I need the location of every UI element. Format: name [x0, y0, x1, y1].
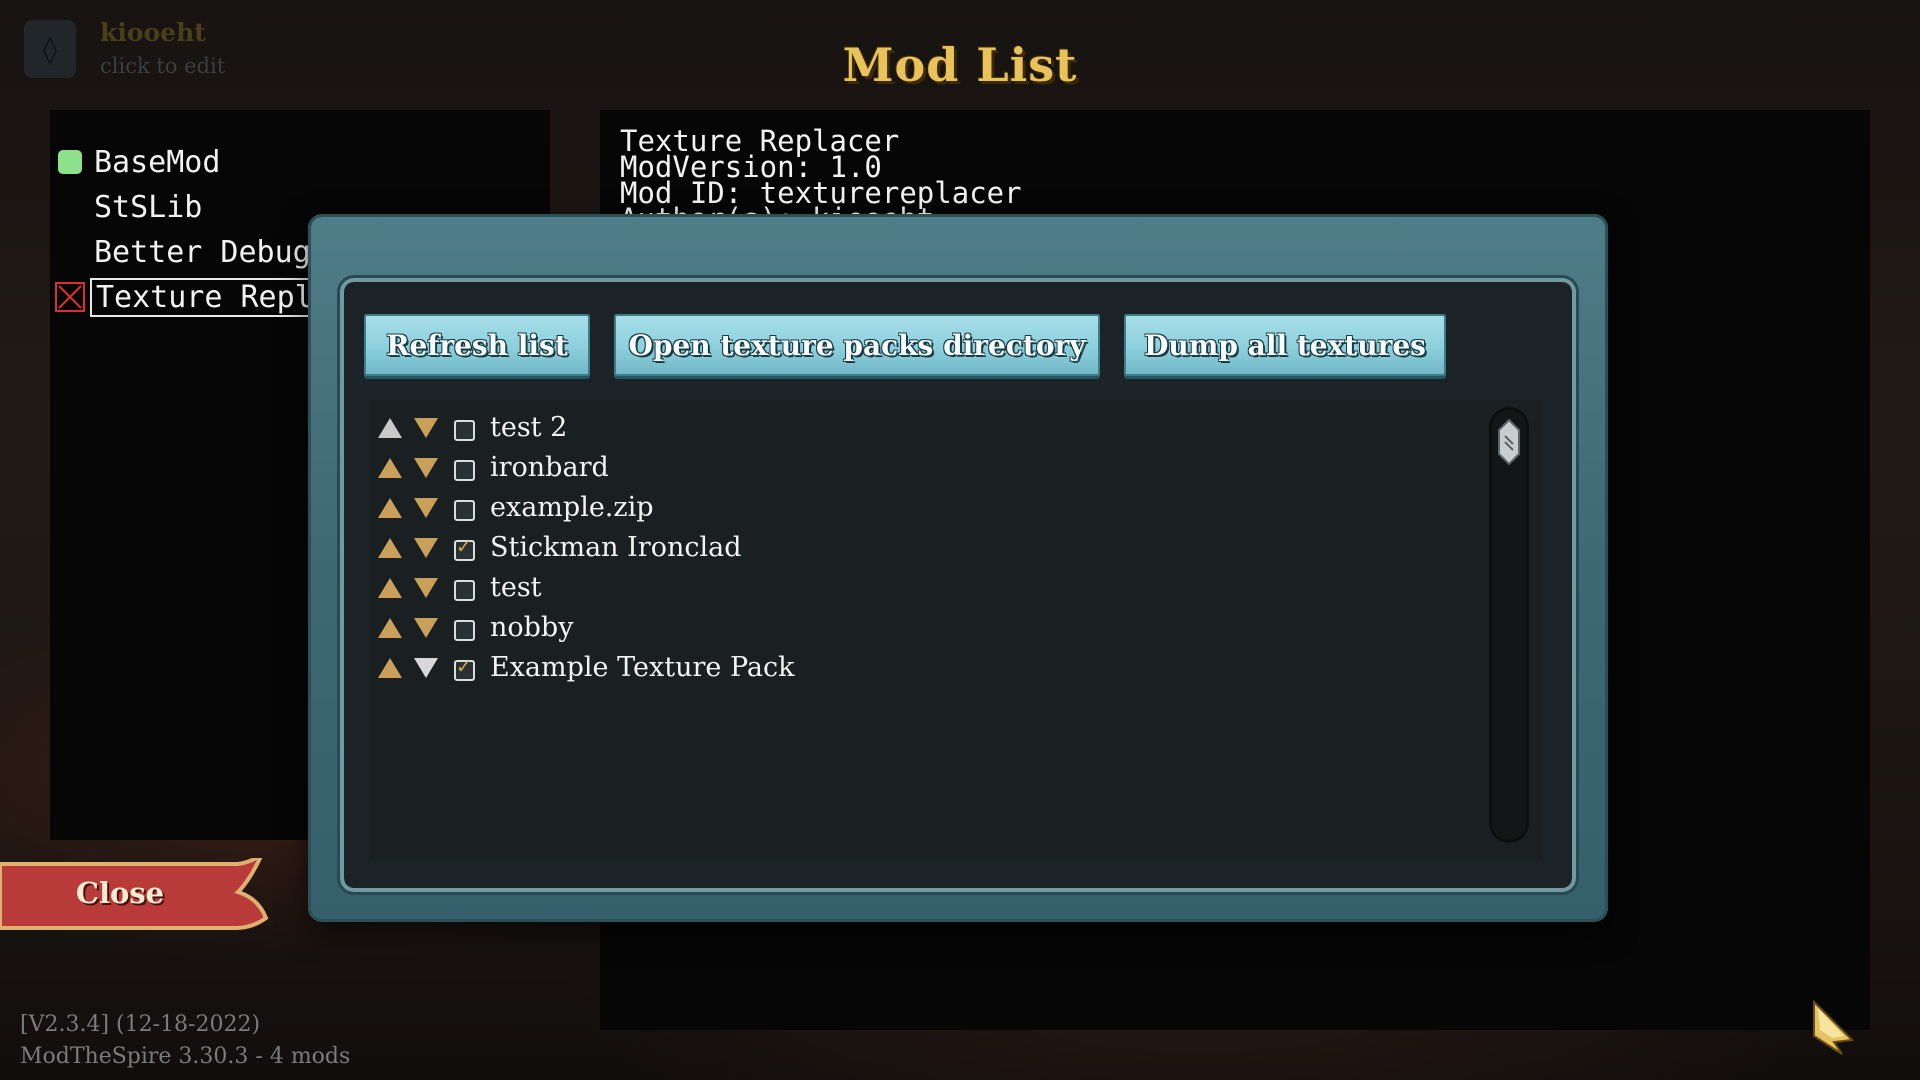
- texture-pack-name: test 2: [490, 412, 568, 443]
- scrollbar-track[interactable]: [1492, 410, 1526, 840]
- move-up-arrow-icon[interactable]: [378, 458, 402, 478]
- checkmark-icon: ✓: [456, 656, 472, 678]
- texture-pack-row: ironbard: [370, 448, 1470, 488]
- move-down-arrow-icon[interactable]: [414, 538, 438, 558]
- texture-pack-row: ✓ Example Texture Pack: [370, 648, 1470, 688]
- texture-pack-row: ✓ Stickman Ironclad: [370, 528, 1470, 568]
- texture-pack-row: example.zip: [370, 488, 1470, 528]
- move-up-arrow-icon[interactable]: [378, 418, 402, 438]
- texture-pack-row: test: [370, 568, 1470, 608]
- move-up-arrow-icon[interactable]: [378, 578, 402, 598]
- enable-checkbox[interactable]: [454, 420, 475, 441]
- move-down-arrow-icon[interactable]: [414, 618, 438, 638]
- move-up-arrow-icon[interactable]: [378, 498, 402, 518]
- mod-list-label: StSLib: [94, 189, 203, 225]
- mod-list-label: BaseMod: [94, 144, 221, 180]
- mod-list-label: Better Debug: [94, 234, 311, 270]
- texture-pack-name: example.zip: [490, 492, 654, 523]
- move-down-arrow-icon[interactable]: [414, 578, 438, 598]
- mouse-cursor-icon: [1813, 1000, 1855, 1055]
- scrollbar-thumb[interactable]: [1497, 418, 1521, 466]
- enable-checkbox[interactable]: [454, 620, 475, 641]
- mod-list-item[interactable]: BaseMod: [50, 141, 550, 183]
- texture-pack-name: nobby: [490, 612, 574, 643]
- version-text: [V2.3.4] (12-18-2022): [20, 1012, 261, 1037]
- close-button-label: Close: [75, 876, 165, 910]
- texture-pack-name: ironbard: [490, 452, 609, 483]
- enable-checkbox[interactable]: [454, 580, 475, 601]
- texture-pack-row: test 2: [370, 408, 1470, 448]
- move-up-arrow-icon[interactable]: [378, 618, 402, 638]
- move-up-arrow-icon[interactable]: [378, 658, 402, 678]
- texture-pack-name: Stickman Ironclad: [490, 532, 742, 563]
- texture-packs-modal: Refresh list Open texture packs director…: [308, 214, 1608, 922]
- move-down-arrow-icon[interactable]: [414, 418, 438, 438]
- enabled-status-icon: [58, 150, 82, 174]
- close-button[interactable]: Close: [0, 858, 268, 934]
- enable-checkbox[interactable]: ✓: [454, 656, 475, 681]
- open-texture-packs-directory-button[interactable]: Open texture packs directory: [614, 314, 1100, 376]
- checkmark-icon: ✓: [456, 536, 472, 558]
- enable-checkbox[interactable]: ✓: [454, 536, 475, 561]
- error-x-icon: [55, 282, 85, 312]
- refresh-list-button[interactable]: Refresh list: [364, 314, 590, 376]
- move-down-arrow-icon[interactable]: [414, 458, 438, 478]
- texture-pack-name: test: [490, 572, 542, 603]
- move-down-arrow-icon[interactable]: [414, 498, 438, 518]
- texture-pack-row: nobby: [370, 608, 1470, 648]
- enable-checkbox[interactable]: [454, 460, 475, 481]
- texture-pack-list: test 2 ironbard example.zip ✓ Stickman I…: [370, 400, 1542, 860]
- dump-all-textures-button[interactable]: Dump all textures: [1124, 314, 1446, 376]
- move-up-arrow-icon[interactable]: [378, 538, 402, 558]
- enable-checkbox[interactable]: [454, 500, 475, 521]
- move-down-arrow-icon[interactable]: [414, 658, 438, 678]
- modthespire-version-text: ModTheSpire 3.30.3 - 4 mods: [20, 1044, 351, 1069]
- texture-pack-name: Example Texture Pack: [490, 652, 795, 683]
- page-title: Mod List: [842, 38, 1078, 92]
